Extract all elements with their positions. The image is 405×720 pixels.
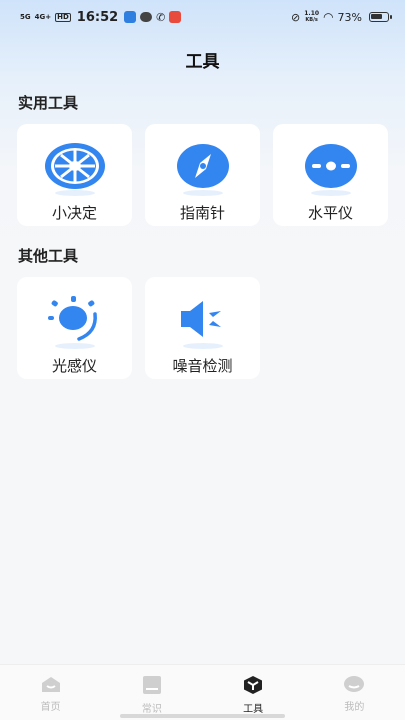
wheel-icon	[44, 143, 105, 189]
message-icon	[140, 12, 153, 22]
clock: 16:52	[76, 9, 119, 25]
sim1-signal: 5G	[20, 12, 31, 21]
status-left: 5G 4G+ HD 16:52 ✆	[20, 9, 182, 25]
app-alert-icon	[169, 11, 182, 23]
noise-meter-icon	[180, 301, 221, 337]
book-icon	[142, 676, 161, 694]
status-bar: 5G 4G+ HD 16:52 ✆ ⊘ 1.10 KB/s ◠ 73%	[0, 0, 405, 34]
phone-icon: ✆	[156, 10, 166, 24]
tool-card-noise-meter[interactable]: 噪音检测	[145, 277, 260, 379]
bottom-tab-bar: 首页 常识 工具 我的	[0, 664, 405, 720]
level-icon	[304, 144, 357, 188]
tool-card-decision[interactable]: 小决定	[17, 124, 132, 226]
mute-icon: ⊘	[291, 10, 301, 24]
other-tools-grid: 光感仪 噪音检测	[17, 277, 260, 379]
section-title-other: 其他工具	[18, 247, 79, 265]
tool-label: 水平仪	[307, 204, 353, 222]
page-title: 工具	[185, 52, 220, 72]
tab-label: 我的	[344, 702, 365, 713]
home-icon	[41, 677, 60, 692]
home-indicator[interactable]	[120, 714, 285, 718]
tab-profile[interactable]: 我的	[304, 665, 405, 720]
hd-badge: HD	[55, 12, 71, 22]
tab-label: 首页	[40, 702, 61, 713]
battery-icon	[369, 12, 392, 22]
status-right: ⊘ 1.10 KB/s ◠ 73%	[291, 10, 392, 24]
practical-tools-grid: 小决定 指南针 水平仪	[17, 124, 388, 226]
profile-icon	[344, 676, 365, 692]
cube-icon	[244, 676, 263, 694]
section-title-practical: 实用工具	[18, 94, 79, 112]
tab-knowledge[interactable]: 常识	[101, 665, 202, 720]
tab-label: 常识	[141, 704, 162, 715]
tool-label: 光感仪	[51, 357, 97, 375]
tab-home[interactable]: 首页	[0, 665, 101, 720]
tool-label: 指南针	[179, 204, 225, 222]
sim2-signal: 4G+	[34, 12, 52, 21]
compass-icon	[176, 144, 229, 188]
tool-card-level[interactable]: 水平仪	[273, 124, 388, 226]
battery-percent: 73%	[337, 10, 362, 24]
light-sensor-icon	[47, 296, 97, 341]
tool-label: 噪音检测	[172, 357, 233, 375]
wifi-icon: ◠	[323, 10, 334, 24]
net-speed: 1.10 KB/s	[304, 11, 319, 24]
net-speed-unit: KB/s	[305, 17, 318, 23]
tool-card-light-sensor[interactable]: 光感仪	[17, 277, 132, 379]
tab-label: 工具	[243, 704, 264, 715]
tool-label: 小决定	[51, 204, 97, 222]
app-notification-icon	[124, 11, 137, 23]
tab-tools[interactable]: 工具	[203, 665, 304, 720]
tool-card-compass[interactable]: 指南针	[145, 124, 260, 226]
